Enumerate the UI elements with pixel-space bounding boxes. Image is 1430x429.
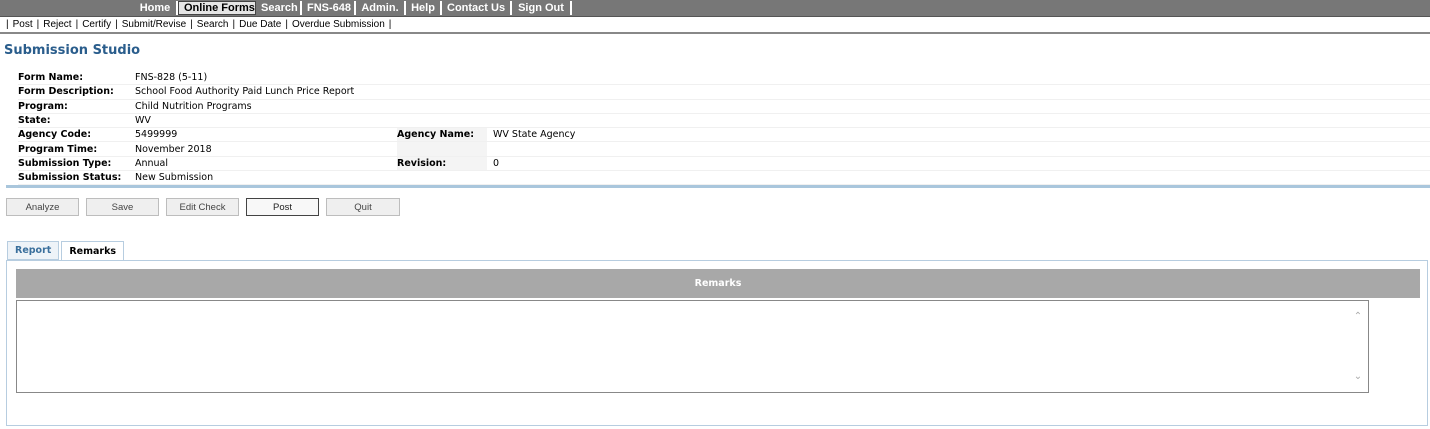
info-row: Submission Type: Annual Revision: 0	[18, 156, 1430, 172]
nav-contact-us[interactable]: Contact Us	[442, 1, 512, 15]
sub-nav-separator: |	[232, 19, 236, 30]
post-button[interactable]: Post	[246, 198, 319, 216]
form-description-value: School Food Authority Paid Lunch Price R…	[135, 86, 355, 98]
empty-label-cell	[397, 142, 487, 156]
analyze-button[interactable]: Analyze	[6, 198, 79, 216]
sub-nav-separator: |	[115, 19, 118, 30]
info-row: Agency Code: 5499999 Agency Name: WV Sta…	[18, 128, 1430, 143]
sub-nav-separator: |	[36, 19, 40, 30]
sub-nav: | Post | Reject | Certify | Submit/Revis…	[0, 17, 1430, 34]
edit-check-button[interactable]: Edit Check	[166, 198, 239, 216]
subnav-search[interactable]: Search	[197, 19, 229, 30]
nav-fns-648[interactable]: FNS-648	[302, 1, 356, 15]
subnav-post[interactable]: Post	[13, 19, 33, 30]
subnav-reject[interactable]: Reject	[43, 19, 71, 30]
program-value: Child Nutrition Programs	[135, 100, 252, 112]
nav-help[interactable]: Help	[406, 1, 442, 15]
nav-sign-out[interactable]: Sign Out	[512, 1, 572, 15]
chevron-down-icon[interactable]: ⌄	[1352, 371, 1364, 382]
quit-button[interactable]: Quit	[326, 198, 400, 216]
agency-name-label: Agency Name:	[397, 128, 487, 142]
tab-strip: Report Remarks	[7, 241, 126, 261]
form-name-value: FNS-828 (5-11)	[135, 72, 208, 84]
subnav-overdue-submission[interactable]: Overdue Submission	[292, 19, 385, 30]
info-row: Program: Child Nutrition Programs	[18, 100, 1430, 114]
sub-nav-separator: |	[388, 19, 392, 30]
nav-home[interactable]: Home	[134, 1, 178, 15]
form-name-label: Form Name:	[18, 72, 84, 84]
revision-label: Revision:	[397, 156, 487, 171]
remarks-panel: Remarks ⌃ ⌄	[6, 260, 1428, 426]
subnav-certify[interactable]: Certify	[82, 19, 111, 30]
save-button[interactable]: Save	[86, 198, 159, 216]
remarks-textarea[interactable]	[16, 300, 1369, 393]
sub-nav-separator: |	[190, 19, 193, 30]
submission-type-value: Annual	[135, 157, 169, 169]
nav-search[interactable]: Search	[256, 1, 302, 15]
submission-type-label: Submission Type:	[18, 157, 112, 169]
remarks-panel-header: Remarks	[16, 269, 1420, 298]
program-time-label: Program Time:	[18, 143, 98, 155]
sub-nav-separator: |	[285, 19, 288, 30]
form-description-label: Form Description:	[18, 86, 114, 98]
sub-nav-separator: |	[75, 19, 79, 30]
info-row: Program Time: November 2018	[18, 142, 1430, 157]
page-title: Submission Studio	[4, 43, 141, 58]
nav-online-forms[interactable]: Online Forms	[178, 1, 256, 15]
agency-code-value: 5499999	[135, 129, 178, 141]
agency-name-value: WV State Agency	[493, 129, 576, 141]
tab-report[interactable]: Report	[7, 241, 60, 260]
nav-admin[interactable]: Admin.	[356, 1, 406, 15]
tab-remarks[interactable]: Remarks	[61, 241, 125, 261]
agency-code-label: Agency Code:	[18, 129, 92, 141]
subnav-submit-revise[interactable]: Submit/Revise	[122, 19, 186, 30]
state-label: State:	[18, 115, 51, 127]
chevron-up-icon[interactable]: ⌃	[1352, 311, 1364, 322]
action-button-bar: Analyze Save Edit Check Post Quit	[6, 198, 407, 216]
submission-status-label: Submission Status:	[18, 172, 122, 184]
revision-value: 0	[493, 157, 500, 169]
state-value: WV	[135, 115, 151, 127]
info-row: Submission Status: New Submission	[18, 171, 1430, 186]
top-nav-bar: Home Online Forms Search FNS-648 Admin. …	[0, 0, 1430, 17]
section-divider	[6, 185, 1430, 188]
info-row: State: WV	[18, 114, 1430, 129]
submission-status-value: New Submission	[135, 172, 214, 184]
top-nav-menu: Home Online Forms Search FNS-648 Admin. …	[134, 1, 572, 15]
submission-info: Form Name: FNS-828 (5-11) Form Descripti…	[18, 71, 1430, 186]
info-row: Form Name: FNS-828 (5-11)	[18, 71, 1430, 86]
info-row: Form Description: School Food Authority …	[18, 85, 1430, 100]
sub-nav-separator: |	[6, 19, 9, 30]
program-label: Program:	[18, 100, 68, 112]
subnav-due-date[interactable]: Due Date	[239, 19, 281, 30]
program-time-value: November 2018	[135, 143, 212, 155]
